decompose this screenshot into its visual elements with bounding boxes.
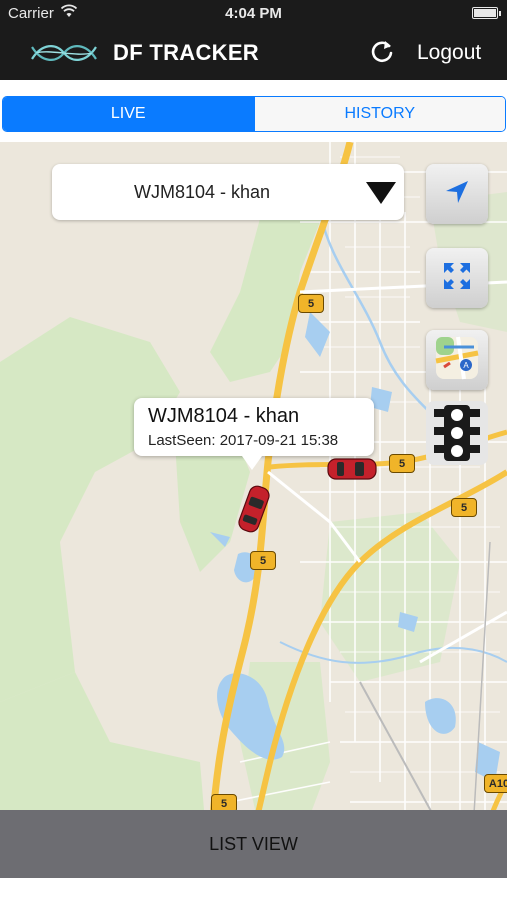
bottom-strip xyxy=(0,878,507,900)
callout-last-seen: LastSeen: 2017-09-21 15:38 xyxy=(148,432,339,449)
battery-icon xyxy=(472,7,501,19)
clock: 4:04 PM xyxy=(225,5,282,22)
traffic-button[interactable] xyxy=(426,400,488,465)
map-view[interactable]: 5 5 5 5 5 5 A10 WJM8104 - khan xyxy=(0,142,507,882)
segmented-control: LIVE HISTORY xyxy=(2,96,506,132)
map-type-button[interactable]: A xyxy=(426,330,488,390)
vehicle-picker-value: WJM8104 - khan xyxy=(133,182,271,202)
tab-history[interactable]: HISTORY xyxy=(253,97,505,131)
route-shield: 5 xyxy=(389,454,415,473)
fit-bounds-button[interactable] xyxy=(426,248,488,308)
app-logo xyxy=(30,39,98,72)
vehicle-callout[interactable]: WJM8104 - khan LastSeen: 2017-09-21 15:3… xyxy=(134,398,374,470)
list-view-button[interactable]: LIST VIEW xyxy=(0,810,507,878)
route-shield: 5 xyxy=(298,294,324,313)
logout-button[interactable]: Logout xyxy=(417,41,481,65)
route-shield: 5 xyxy=(451,498,477,517)
nav-bar: DF TRACKER Logout xyxy=(0,26,507,80)
route-shield: A10 xyxy=(484,774,507,793)
traffic-light-icon xyxy=(426,400,488,470)
callout-title: WJM8104 - khan xyxy=(148,405,300,427)
svg-text:A: A xyxy=(463,361,469,370)
location-arrow-icon xyxy=(442,177,472,212)
route-shield: 5 xyxy=(250,551,276,570)
status-bar: Carrier 4:04 PM xyxy=(0,0,507,26)
chevron-down-icon xyxy=(366,182,396,204)
vehicle-picker[interactable]: WJM8104 - khan xyxy=(52,164,404,220)
view-mode-tabs: LIVE HISTORY xyxy=(0,80,507,142)
expand-icon xyxy=(441,260,473,297)
app-title: DF TRACKER xyxy=(113,40,259,65)
refresh-icon[interactable] xyxy=(368,38,396,71)
locate-button[interactable] xyxy=(426,164,488,224)
map-icon: A xyxy=(434,335,480,386)
tab-live[interactable]: LIVE xyxy=(3,97,254,131)
